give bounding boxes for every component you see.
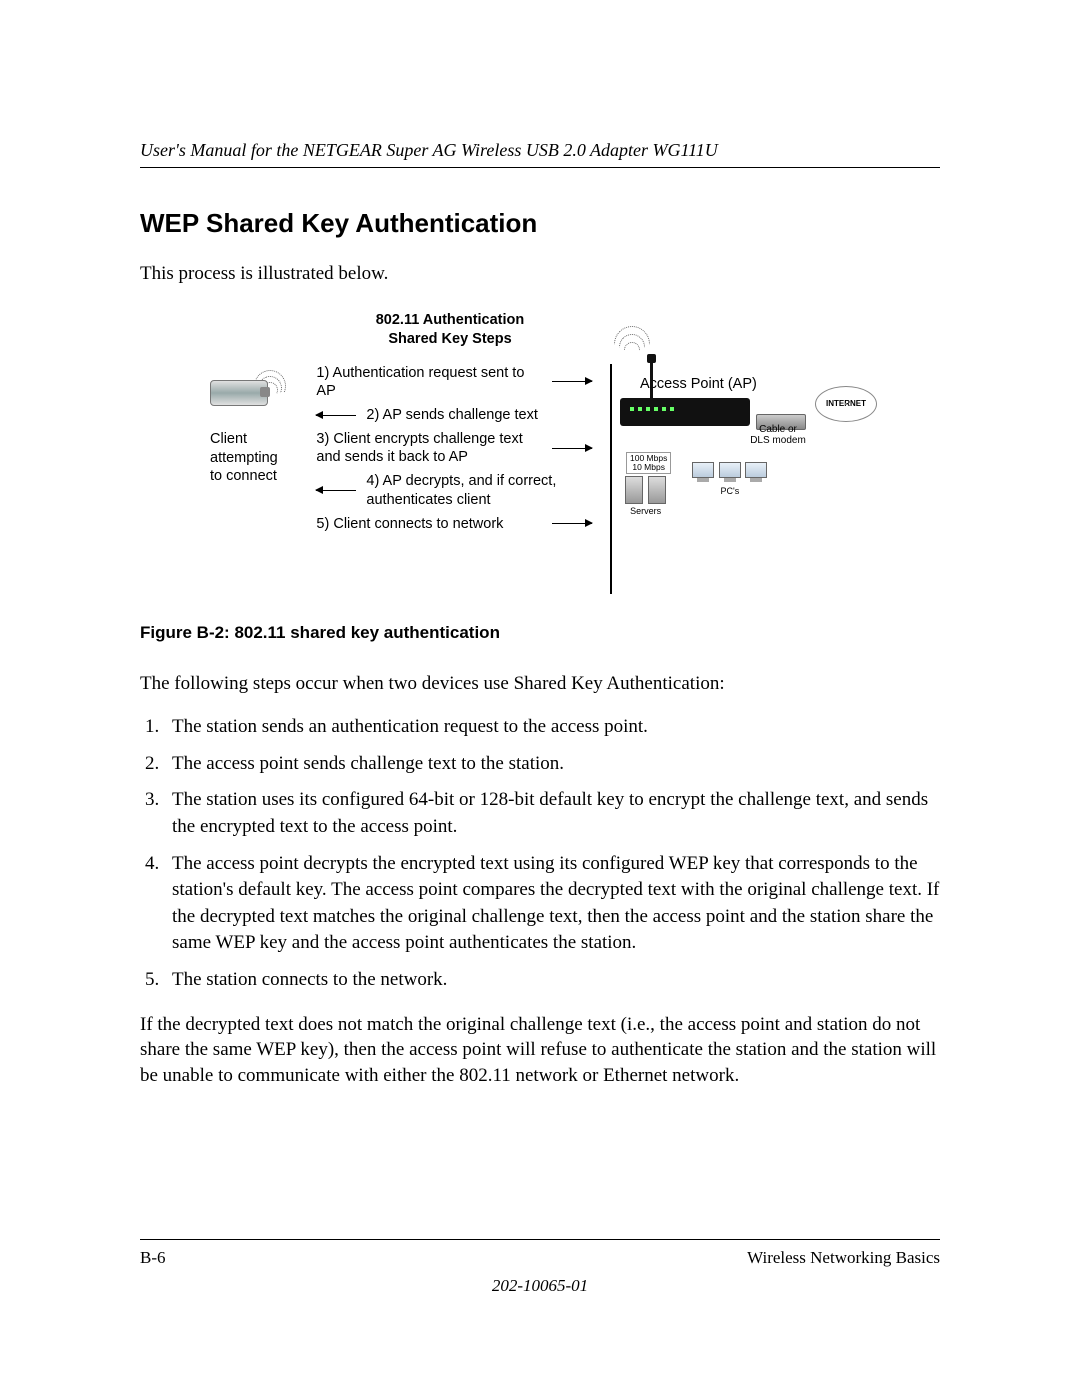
pcs-group: PC's bbox=[691, 452, 768, 517]
client-label-line2: attempting bbox=[210, 449, 308, 468]
pc-icon bbox=[745, 462, 767, 478]
figure-diagram: 802.11 Authentication Shared Key Steps C… bbox=[210, 311, 830, 591]
numbered-steps-list: The station sends an authentication requ… bbox=[140, 714, 940, 993]
modem-label: Cable or DLS modem bbox=[748, 424, 808, 446]
list-item: The station uses its configured 64-bit o… bbox=[164, 787, 940, 840]
servers-group: 100 Mbps 10 Mbps Servers bbox=[620, 452, 671, 517]
diagram-step-2: 2) AP sends challenge text bbox=[366, 406, 592, 424]
antenna-icon bbox=[650, 360, 653, 398]
internet-cloud-icon: INTERNET bbox=[815, 386, 877, 422]
closing-paragraph: If the decrypted text does not match the… bbox=[140, 1012, 940, 1089]
pcs-label: PC's bbox=[720, 486, 739, 496]
client-device-icon bbox=[210, 380, 268, 406]
figure-caption: Figure B-2: 802.11 shared key authentica… bbox=[140, 623, 940, 643]
section-heading: WEP Shared Key Authentication bbox=[140, 208, 940, 239]
arrow-right-icon bbox=[552, 448, 592, 449]
list-item: The station connects to the network. bbox=[164, 967, 940, 994]
arrow-right-icon bbox=[552, 381, 592, 382]
footer-section-name: Wireless Networking Basics bbox=[747, 1248, 940, 1268]
pc-icon bbox=[692, 462, 714, 478]
list-item: The station sends an authentication requ… bbox=[164, 714, 940, 741]
running-header: User's Manual for the NETGEAR Super AG W… bbox=[140, 140, 940, 168]
speed-label: 100 Mbps 10 Mbps bbox=[626, 452, 671, 475]
figure-title-line2: Shared Key Steps bbox=[388, 331, 511, 347]
client-label-line1: Client bbox=[210, 430, 308, 449]
ap-column: Access Point (AP) INTERNET Cable or DLS … bbox=[600, 358, 830, 517]
figure-title: 802.11 Authentication Shared Key Steps bbox=[320, 311, 580, 350]
ap-label: Access Point (AP) bbox=[640, 376, 830, 392]
pc-icon bbox=[719, 462, 741, 478]
router-icon bbox=[620, 398, 750, 426]
internet-label: INTERNET bbox=[826, 399, 866, 408]
diagram-step-1: 1) Authentication request sent to AP bbox=[316, 364, 542, 400]
document-number: 202-10065-01 bbox=[140, 1276, 940, 1296]
page: User's Manual for the NETGEAR Super AG W… bbox=[140, 0, 940, 1356]
diagram-steps-column: 1) Authentication request sent to AP 2) … bbox=[316, 358, 592, 539]
diagram-step-4: 4) AP decrypts, and if correct, authenti… bbox=[366, 472, 592, 508]
list-item: The access point sends challenge text to… bbox=[164, 751, 940, 778]
ap-vertical-line-icon bbox=[610, 364, 612, 594]
arrow-left-icon bbox=[316, 415, 356, 416]
figure-title-line1: 802.11 Authentication bbox=[376, 312, 525, 328]
diagram-step-5: 5) Client connects to network bbox=[316, 515, 542, 533]
server-icon bbox=[625, 476, 643, 504]
list-item: The access point decrypts the encrypted … bbox=[164, 851, 940, 957]
server-icon bbox=[648, 476, 666, 504]
speed-l2: 10 Mbps bbox=[632, 462, 665, 472]
lead-paragraph: The following steps occur when two devic… bbox=[140, 671, 940, 697]
arrow-left-icon bbox=[316, 490, 356, 491]
page-number: B-6 bbox=[140, 1248, 166, 1268]
page-footer: B-6 Wireless Networking Basics bbox=[140, 1239, 940, 1268]
client-column: Client attempting to connect bbox=[210, 358, 308, 487]
diagram-step-3: 3) Client encrypts challenge text and se… bbox=[316, 430, 542, 466]
servers-label: Servers bbox=[630, 506, 661, 516]
client-label-line3: to connect bbox=[210, 467, 308, 486]
arrow-right-icon bbox=[552, 523, 592, 524]
intro-paragraph: This process is illustrated below. bbox=[140, 261, 940, 287]
